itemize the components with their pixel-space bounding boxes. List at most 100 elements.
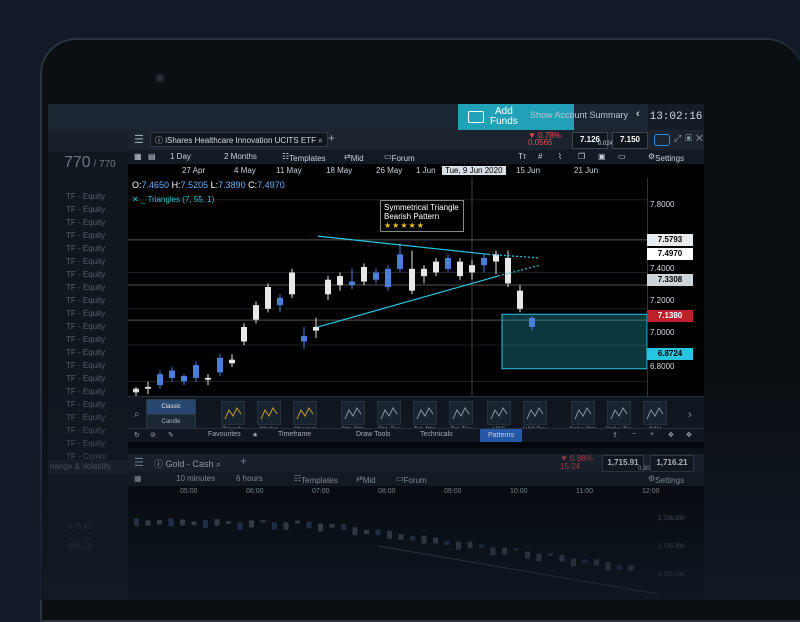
- price-type-select[interactable]: ⇄ Mid: [344, 152, 364, 163]
- gold-instrument-tab[interactable]: ⓘ Gold - Cash ⌕: [154, 457, 221, 470]
- crosshair-icon[interactable]: #: [538, 152, 542, 161]
- price-type-select[interactable]: ⇄ Mid: [356, 474, 376, 485]
- range-select[interactable]: 2 Months: [224, 152, 257, 161]
- zoom-out-icon[interactable]: −: [632, 431, 636, 438]
- buy-price-button[interactable]: 7.150: [612, 132, 648, 149]
- watchlist-row[interactable]: TF - Equity: [66, 257, 105, 266]
- gold-candle: [387, 530, 392, 539]
- share-icon[interactable]: ⇪: [612, 431, 618, 439]
- candle-body: [145, 386, 151, 389]
- add-tab-icon[interactable]: +: [240, 454, 247, 468]
- watchlist-row[interactable]: TF - Equity: [66, 413, 105, 422]
- gold-candle: [191, 521, 197, 526]
- tab-technicals[interactable]: Technicals: [420, 431, 453, 438]
- move-icon[interactable]: ✥: [668, 431, 674, 439]
- gold-candle: [479, 544, 484, 548]
- search-icon[interactable]: ⌕: [134, 409, 140, 420]
- y-tick: 7.0000: [650, 328, 675, 337]
- pattern-icon: [449, 401, 473, 425]
- gold-candlestick-chart[interactable]: [128, 498, 658, 600]
- gold-price-change: ▼ 0.88% 15.24: [560, 454, 593, 471]
- candle-body: [385, 268, 391, 287]
- zoom-in-icon[interactable]: +: [650, 431, 654, 438]
- draw-icon[interactable]: ⌇: [558, 152, 562, 161]
- watchlist-row[interactable]: TF - Equity: [66, 218, 105, 227]
- watchlist-row[interactable]: TF - Equity: [66, 361, 105, 370]
- tab-timeframe[interactable]: Timeframe: [278, 431, 311, 438]
- time-axis: 05:00 06:00 07:00 08:00 09:00 10:00 11:0…: [128, 486, 704, 498]
- zoom-icon[interactable]: ▣: [598, 152, 606, 161]
- expand-icon[interactable]: ✥: [686, 431, 692, 439]
- watchlist-row[interactable]: TF - Equity: [66, 192, 105, 201]
- block-icon[interactable]: ⊘: [150, 431, 156, 439]
- watchlist-row[interactable]: TF - Equity: [66, 348, 105, 357]
- menu-icon[interactable]: ☰: [134, 133, 144, 146]
- gold-candle: [375, 529, 381, 536]
- candle: [457, 257, 463, 280]
- indicator-label[interactable]: ✕ _ Triangles (7, 55, 1): [132, 195, 214, 204]
- link-icon[interactable]: [654, 134, 670, 146]
- trendline-upper: [317, 235, 489, 255]
- interval-select[interactable]: 1 Day: [170, 152, 191, 161]
- watchlist-row[interactable]: TF - Equity: [66, 244, 105, 253]
- classic-toggle[interactable]: Classic: [146, 399, 196, 415]
- gold-candle: [548, 553, 553, 557]
- candle: [193, 361, 199, 382]
- grid-icon[interactable]: ▦: [134, 474, 142, 483]
- watchlist-row[interactable]: TF - Equity: [66, 205, 105, 214]
- tab-patterns[interactable]: Patterns: [480, 429, 523, 442]
- gold-candle: [306, 521, 312, 529]
- forum-button[interactable]: ▭ Forum: [384, 152, 415, 163]
- candle: [313, 317, 319, 338]
- gold-candle: [398, 534, 404, 540]
- gold-candle: [456, 541, 461, 550]
- watchlist-row[interactable]: TF - Equity: [66, 387, 105, 396]
- chart-type-icon[interactable]: Tᴛ: [518, 152, 527, 161]
- candle-body: [505, 257, 511, 284]
- gold-candle: [352, 527, 358, 536]
- watchlist-header: [48, 130, 128, 152]
- calendar-icon[interactable]: ▤: [148, 152, 156, 161]
- interval-select[interactable]: 10 minutes: [176, 474, 215, 483]
- watchlist-row[interactable]: TF - Equity: [66, 309, 105, 318]
- watchlist-row[interactable]: TF - Equity: [66, 296, 105, 305]
- windows-icon[interactable]: ❐: [578, 152, 585, 161]
- forum-button[interactable]: ▭ Forum: [396, 474, 427, 485]
- target-zone: [501, 313, 647, 370]
- gold-candle: [444, 541, 450, 545]
- tab-draw-tools[interactable]: Draw Tools: [356, 431, 391, 438]
- chart-window: ☰ ⓘ iShares Healthcare Innovation UCITS …: [128, 130, 704, 448]
- chevron-right-icon[interactable]: ›: [688, 409, 692, 421]
- settings-button[interactable]: ⚙ Settings: [648, 152, 684, 163]
- pen-icon[interactable]: ✎: [168, 431, 174, 439]
- watchlist-row[interactable]: TF - Equity: [66, 270, 105, 279]
- instrument-tab[interactable]: ⓘ iShares Healthcare Innovation UCITS ET…: [150, 132, 328, 147]
- add-tab-icon[interactable]: +: [328, 131, 335, 145]
- settings-button[interactable]: ⚙ Settings: [648, 474, 684, 485]
- gold-candle: [364, 529, 369, 535]
- templates-button[interactable]: ☷ Templates: [282, 152, 326, 163]
- grid-icon[interactable]: ▦: [134, 152, 142, 161]
- gold-buy-button[interactable]: 1,716.21: [650, 455, 694, 472]
- watchlist-row[interactable]: TF - Equity: [66, 374, 105, 383]
- range-select[interactable]: 6 hours: [236, 474, 263, 483]
- watchlist-row[interactable]: TF - Equity: [66, 283, 105, 292]
- watchlist-row[interactable]: TF - Equity: [66, 335, 105, 344]
- watchlist-row[interactable]: TF - Equity: [66, 426, 105, 435]
- show-account-summary-link[interactable]: Show Account Summary: [530, 110, 628, 120]
- search-icon[interactable]: ⌕: [318, 136, 322, 145]
- price-tag-last: 7.1380: [647, 310, 693, 322]
- star-icon[interactable]: ★: [252, 431, 258, 439]
- indicator-icon[interactable]: ▭: [618, 152, 626, 161]
- refresh-icon[interactable]: ↻: [134, 431, 140, 439]
- watchlist-row[interactable]: TF - Equity: [66, 231, 105, 240]
- gold-candle: [145, 520, 151, 526]
- menu-icon[interactable]: ☰: [134, 456, 144, 469]
- watchlist-row[interactable]: TF - Equity: [66, 400, 105, 409]
- window-controls[interactable]: ⤢▣✕: [674, 133, 704, 144]
- templates-button[interactable]: ☷ Templates: [294, 474, 338, 485]
- time-label: 09:00: [444, 488, 462, 495]
- watchlist-row[interactable]: TF - Equity: [66, 322, 105, 331]
- tab-favourites[interactable]: Favourites: [208, 431, 241, 438]
- watchlist-row[interactable]: TF - Equity: [66, 439, 105, 448]
